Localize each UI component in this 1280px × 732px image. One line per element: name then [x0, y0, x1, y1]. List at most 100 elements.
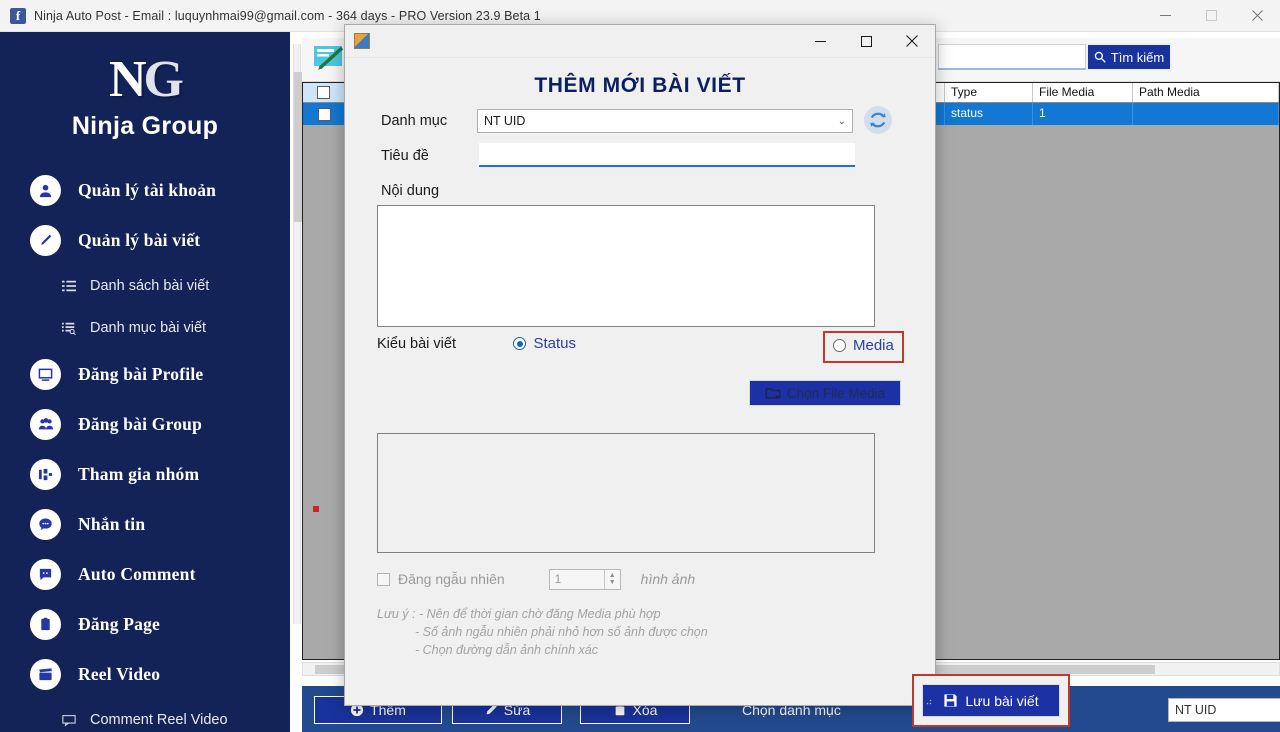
sidebar-item-dang-bai-group[interactable]: Đăng bài Group [0, 399, 290, 449]
sidebar-item-quan-ly-bai-viet[interactable]: Quản lý bài viết [0, 215, 290, 265]
search-input[interactable] [938, 44, 1086, 70]
stepper-arrows-icon[interactable]: ▲ ▼ [603, 569, 620, 589]
sidebar-item-tham-gia-nhom[interactable]: Tham gia nhóm [0, 449, 290, 499]
sidebar-item-label: Nhắn tin [78, 513, 146, 534]
row-cell-type: status [945, 103, 1033, 125]
dialog-title: THÊM MỚI BÀI VIẾT [534, 74, 746, 97]
sidebar-item-dang-page[interactable]: Đăng Page [0, 599, 290, 649]
label-danh-muc: Danh mục [381, 113, 448, 129]
category-select[interactable]: NT UID ⌄ [477, 109, 853, 133]
close-icon[interactable] [1234, 0, 1280, 32]
row-cell-path-media [1133, 103, 1279, 125]
add-post-dialog: THÊM MỚI BÀI VIẾT Danh mục NT UID ⌄ Tiêu… [344, 24, 1070, 727]
row-checkbox[interactable] [317, 107, 331, 121]
grid-header-cell-type: Type [945, 83, 1033, 102]
stepper-down-icon[interactable]: ▼ [609, 579, 616, 586]
logo-text: Ninja Group [71, 112, 219, 140]
notes-block: Lưu ý : - Nên để thời gian chờ đăng Medi… [377, 605, 877, 659]
radio-media[interactable]: Media [833, 337, 894, 354]
content-textarea[interactable] [377, 205, 875, 327]
logo-letter-g: G [143, 51, 184, 108]
logo-letter-n: N [108, 51, 147, 108]
refresh-icon [864, 106, 892, 134]
grid-header-checkbox-cell[interactable] [303, 83, 345, 102]
group-icon [30, 408, 61, 440]
logo: NG Ninja Group [0, 32, 290, 141]
minimize-icon[interactable] [1142, 0, 1188, 32]
chevron-down-icon: ⌄ [837, 115, 846, 127]
notes-line-3: - Chọn đường dẫn ảnh chính xác [415, 643, 598, 657]
maximize-icon[interactable] [1188, 0, 1234, 32]
category-select-value: NT UID [484, 114, 526, 128]
sidebar-item-label: Quản lý bài viết [78, 229, 201, 250]
dialog-close-icon[interactable] [889, 25, 935, 58]
comment-icon [30, 558, 61, 590]
sidebar-item-dang-bai-profile[interactable]: Đăng bài Profile [0, 349, 290, 399]
sidebar-item-danh-sach-bai-viet[interactable]: Danh sách bài viết [0, 265, 290, 307]
bottom-category-value: NT UID [1175, 703, 1217, 717]
random-count-stepper[interactable]: 1 ▲ ▼ [548, 568, 621, 590]
media-radio-highlight: Media [823, 331, 904, 363]
facebook-icon: f [10, 7, 26, 24]
folder-icon [765, 388, 781, 399]
radio-media-label: Media [853, 337, 894, 354]
dialog-minimize-icon[interactable] [797, 25, 843, 58]
sidebar-item-label: Đăng bài Profile [78, 363, 204, 384]
random-post-checkbox[interactable] [377, 572, 390, 586]
search-icon [1094, 51, 1106, 63]
row-checkbox-cell[interactable] [303, 103, 345, 125]
radio-status-label: Status [533, 335, 576, 353]
save-button-label: Lưu bài viết [965, 692, 1039, 709]
monitor-icon [30, 358, 61, 390]
sidebar-item-label: Đăng Page [78, 613, 161, 634]
sidebar-item-reel-video[interactable]: Reel Video [0, 649, 290, 699]
stepper-up-icon[interactable]: ▲ [609, 572, 616, 579]
radio-status[interactable]: Status [513, 335, 576, 352]
sidebar-item-danh-muc-bai-viet[interactable]: Danh mục bài viết [0, 307, 290, 349]
save-button[interactable]: Lưu bài viết [922, 684, 1060, 717]
refresh-category-button[interactable] [863, 105, 893, 135]
notes-line-2: - Số ảnh ngẫu nhiên phải nhỏ hơn số ảnh … [415, 625, 708, 639]
sidebar-item-label: Comment Reel Video [90, 712, 228, 728]
title-input[interactable] [479, 143, 855, 167]
post-type-row: Kiểu bài viết Status Media [377, 331, 907, 369]
dialog-window-controls [797, 25, 935, 58]
media-file-list[interactable] [377, 433, 875, 553]
comment-box-icon [60, 713, 78, 727]
sidebar-item-nhan-tin[interactable]: Nhắn tin [0, 499, 290, 549]
dialog-titlebar [345, 25, 935, 58]
random-post-row: Đăng ngẫu nhiên 1 ▲ ▼ hình ảnh [377, 568, 877, 590]
select-all-checkbox[interactable] [317, 86, 330, 99]
pencil-icon [30, 224, 61, 256]
choose-media-button[interactable]: Chọn File Media [749, 380, 901, 406]
sidebar: NG Ninja Group Quản lý tài khoản Quản lý… [0, 32, 290, 732]
random-unit-label: hình ảnh [640, 571, 696, 587]
sidebar-item-label: Đăng bài Group [78, 413, 203, 434]
resize-grip-icon[interactable] [922, 692, 932, 705]
list-icon [60, 279, 78, 293]
window-title: Ninja Auto Post - Email : luquynhmai99@g… [34, 8, 541, 23]
row-cell-file-media: 1 [1033, 103, 1133, 125]
search-button[interactable]: Tìm kiếm [1086, 43, 1172, 71]
bottom-category-select[interactable]: NT UID ⌄ [1168, 698, 1280, 722]
label-tieu-de: Tiêu đề [381, 148, 429, 164]
save-icon [944, 694, 957, 707]
dialog-maximize-icon[interactable] [843, 25, 889, 58]
window-controls [1142, 0, 1280, 32]
choose-media-label: Chọn File Media [786, 385, 886, 401]
sidebar-item-label: Tham gia nhóm [78, 463, 200, 484]
sidebar-item-auto-comment[interactable]: Auto Comment [0, 549, 290, 599]
scrollbar-thumb[interactable] [294, 72, 302, 222]
join-group-icon [30, 458, 61, 490]
sidebar-item-label: Quản lý tài khoản [78, 179, 217, 200]
sidebar-item-label: Danh sách bài viết [90, 278, 210, 294]
sidebar-item-comment-reel-video[interactable]: Comment Reel Video [0, 699, 290, 732]
label-noi-dung: Nội dung [381, 183, 440, 199]
sidebar-item-label: Reel Video [78, 663, 161, 684]
grid-header-cell-path-media: Path Media [1133, 83, 1279, 102]
edit-post-icon[interactable] [312, 42, 348, 76]
grid-header-cell-file-media: File Media [1033, 83, 1133, 102]
sidebar-item-quan-ly-tai-khoan[interactable]: Quản lý tài khoản [0, 165, 290, 215]
vertical-scrollbar[interactable] [293, 44, 302, 624]
random-post-label: Đăng ngẫu nhiên [398, 571, 505, 587]
